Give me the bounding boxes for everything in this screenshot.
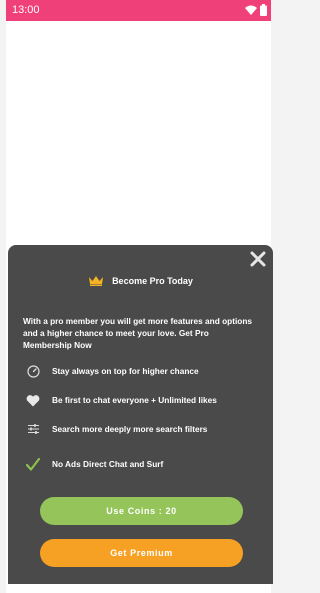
feature-item: No Ads Direct Chat and Surf [26,457,163,471]
speedometer-icon [26,364,40,378]
checkmark-icon [26,457,40,471]
use-coins-button[interactable]: Use Coins : 20 [40,497,243,525]
feature-text: Stay always on top for higher chance [52,366,199,376]
feature-text: Search more deeply more search filters [52,424,208,434]
filter-sliders-icon [26,422,40,436]
status-time: 13:00 [12,4,40,16]
sheet-description: With a pro member you will get more feat… [23,316,253,350]
close-icon[interactable] [249,250,267,268]
feature-item: Be first to chat everyone + Unlimited li… [26,393,217,407]
wifi-icon [245,5,257,15]
sheet-title: Become Pro Today [112,275,193,286]
feature-item: Stay always on top for higher chance [26,364,199,378]
feature-item: Search more deeply more search filters [26,422,207,436]
feature-text: No Ads Direct Chat and Surf [52,459,164,469]
heart-icon [26,393,40,407]
pro-membership-sheet: Become Pro Today With a pro member you w… [8,245,273,584]
feature-text: Be first to chat everyone + Unlimited li… [52,395,217,405]
crown-icon [89,276,104,286]
get-premium-button[interactable]: Get Premium [40,539,243,567]
status-icons [245,3,267,17]
battery-icon [260,4,267,16]
status-bar: 13:00 [6,0,271,21]
sheet-header: Become Pro Today [8,275,273,286]
